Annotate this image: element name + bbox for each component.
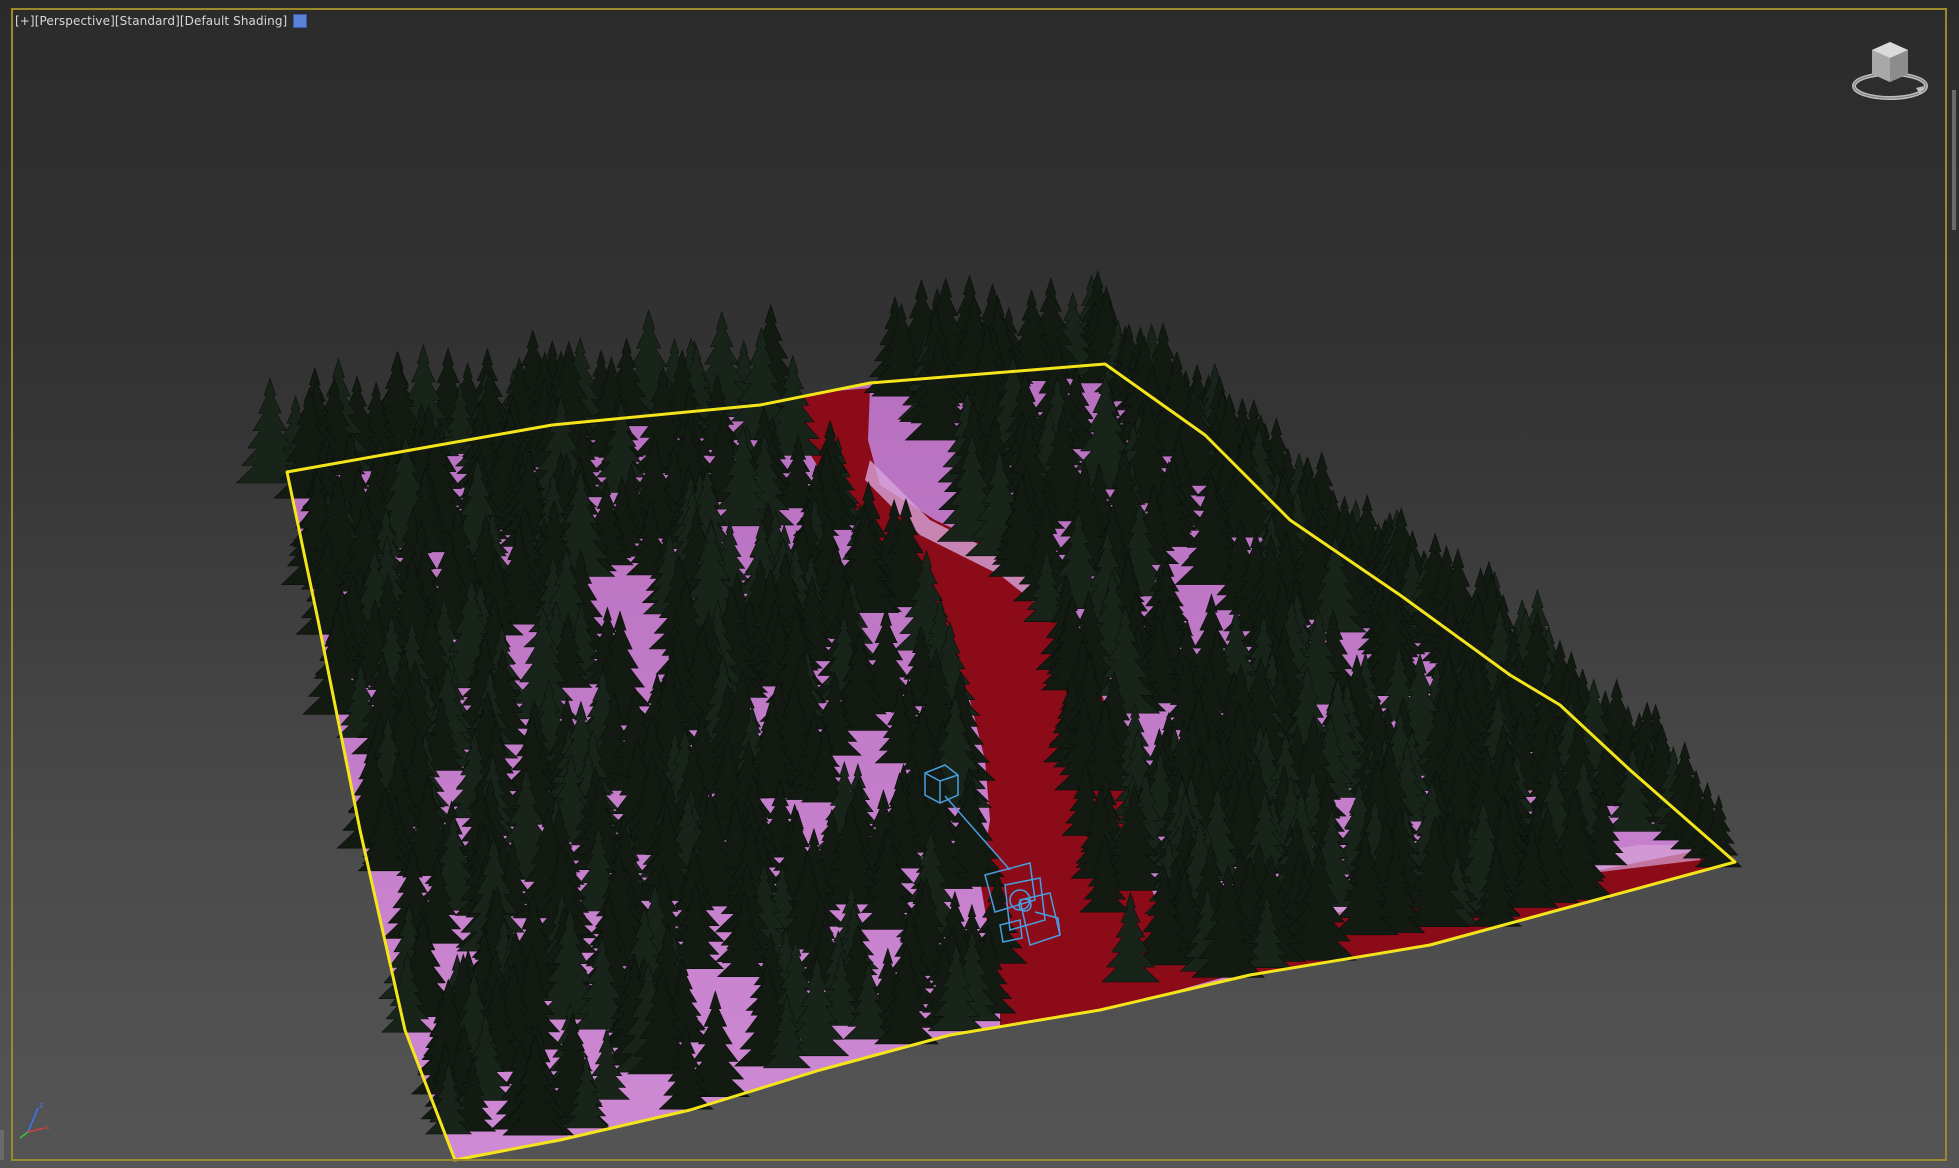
viewport-standard-menu[interactable]: [Standard] xyxy=(115,14,180,28)
perspective-viewport[interactable]: [+] [Perspective] [Standard] [Default Sh… xyxy=(0,0,1959,1168)
viewport-label-menu: [+] [Perspective] [Standard] [Default Sh… xyxy=(15,14,308,28)
scene-render[interactable] xyxy=(0,0,1959,1168)
viewport-point-of-view-menu[interactable]: [Perspective] xyxy=(35,14,115,28)
axis-z-label: z xyxy=(39,1101,43,1110)
viewport-left-scrollbar[interactable] xyxy=(0,1130,4,1160)
viewport-shading-menu[interactable]: [Default Shading] xyxy=(180,14,287,28)
axis-x-label: x xyxy=(45,1123,50,1132)
viewport-right-scrollbar[interactable] xyxy=(1952,90,1956,230)
viewport-color-swatch-icon[interactable] xyxy=(293,14,308,28)
axis-tripod-icon: z x xyxy=(19,1101,50,1139)
viewport-menu-plus[interactable]: [+] xyxy=(15,14,35,28)
viewcube-icon[interactable] xyxy=(1850,38,1930,108)
